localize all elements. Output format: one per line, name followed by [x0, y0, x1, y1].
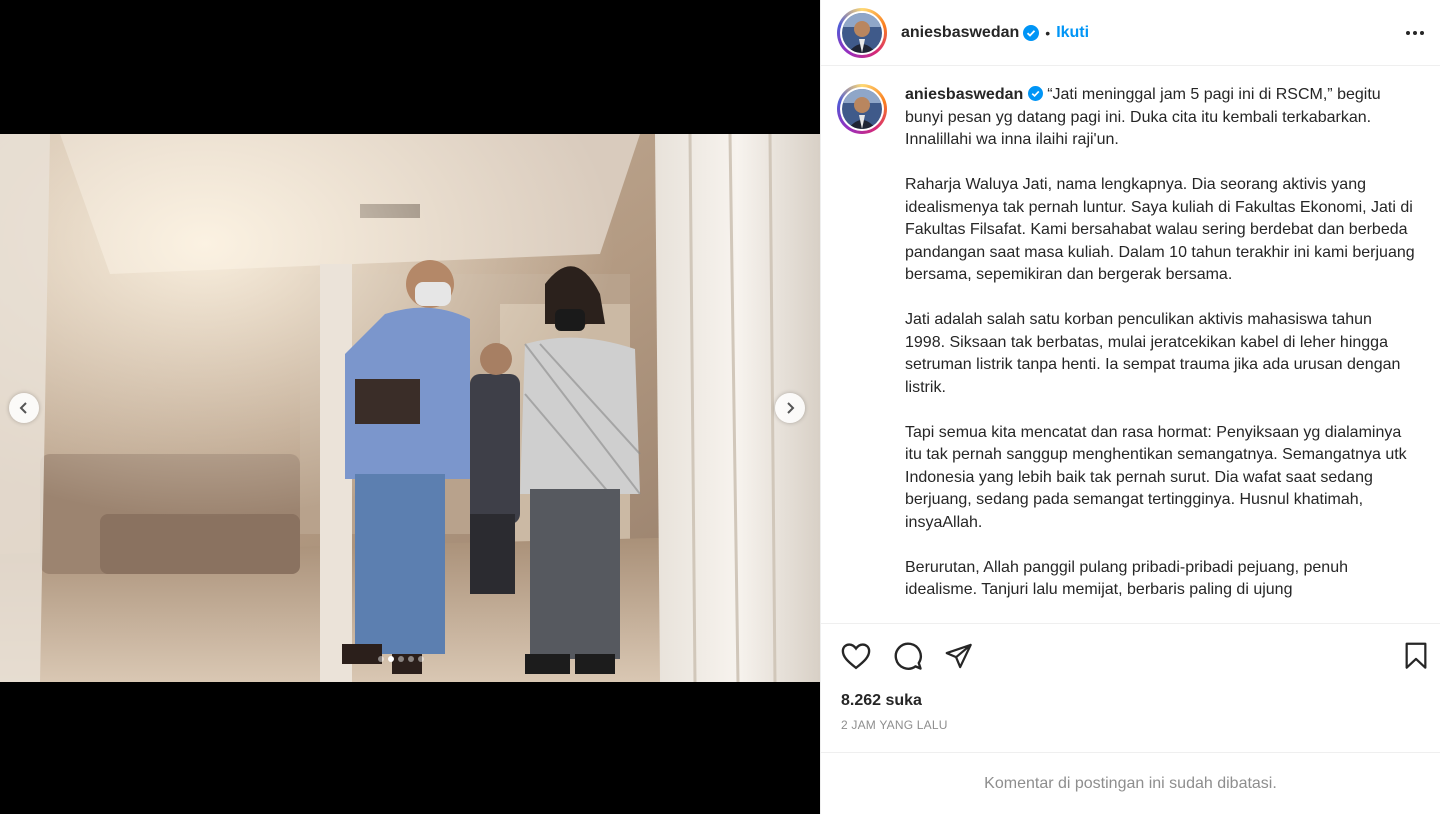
like-button[interactable]	[841, 642, 871, 670]
comments-area: aniesbaswedan “Jati meninggal jam 5 pagi…	[821, 66, 1440, 623]
save-button[interactable]	[1404, 642, 1428, 670]
heart-icon	[841, 643, 871, 670]
more-options-icon[interactable]	[1406, 23, 1424, 43]
action-bar	[821, 624, 1440, 688]
caption-text: aniesbaswedan “Jati meninggal jam 5 pagi…	[905, 84, 1415, 623]
carousel-indicator	[378, 656, 424, 662]
likes-count[interactable]: 8.262 suka	[821, 688, 1440, 718]
comment-icon	[894, 642, 922, 670]
comment-button[interactable]	[893, 641, 923, 671]
avatar[interactable]	[837, 7, 887, 58]
caption: aniesbaswedan “Jati meninggal jam 5 pagi…	[837, 84, 1424, 623]
caption-paragraph-4: Tapi semua kita mencatat dan rasa hormat…	[905, 423, 1412, 531]
carousel-dot	[398, 656, 404, 662]
carousel-dot	[388, 656, 394, 662]
post-details-panel: aniesbaswedan • Ikuti aniesbaswedan “Jat…	[820, 0, 1440, 814]
chevron-left-icon	[19, 402, 27, 414]
header-username[interactable]: aniesbaswedan	[901, 24, 1019, 42]
instagram-post: aniesbaswedan • Ikuti aniesbaswedan “Jat…	[0, 0, 1440, 814]
share-icon	[945, 643, 972, 669]
caption-paragraph-1: aniesbaswedan “Jati meninggal jam 5 pagi…	[905, 84, 1415, 152]
verified-badge-icon	[1027, 86, 1043, 103]
header-separator: •	[1045, 24, 1051, 41]
carousel-dot	[378, 656, 384, 662]
carousel-dot	[408, 656, 414, 662]
post-header: aniesbaswedan • Ikuti	[821, 0, 1440, 66]
caption-avatar[interactable]	[837, 84, 887, 134]
verified-badge-icon	[1023, 24, 1040, 41]
carousel-dot	[418, 656, 424, 662]
previous-slide-button[interactable]	[9, 393, 39, 423]
next-slide-button[interactable]	[775, 393, 805, 423]
post-photo	[0, 134, 820, 682]
caption-username[interactable]: aniesbaswedan	[905, 86, 1023, 103]
follow-button[interactable]: Ikuti	[1056, 24, 1089, 42]
share-button[interactable]	[945, 643, 973, 669]
post-timestamp[interactable]: 2 JAM YANG LALU	[821, 718, 1440, 752]
comments-limited-notice: Komentar di postingan ini sudah dibatasi…	[821, 752, 1440, 814]
caption-paragraph-5: Berurutan, Allah panggil pulang pribadi-…	[905, 558, 1353, 599]
chevron-right-icon	[787, 402, 795, 414]
caption-paragraph-3: Jati adalah salah satu korban penculikan…	[905, 311, 1405, 396]
bookmark-icon	[1405, 642, 1427, 669]
post-media	[0, 0, 820, 814]
caption-paragraph-2: Raharja Waluya Jati, nama lengkapnya. Di…	[905, 176, 1420, 283]
post-actions-section: 8.262 suka 2 JAM YANG LALU	[821, 623, 1440, 752]
